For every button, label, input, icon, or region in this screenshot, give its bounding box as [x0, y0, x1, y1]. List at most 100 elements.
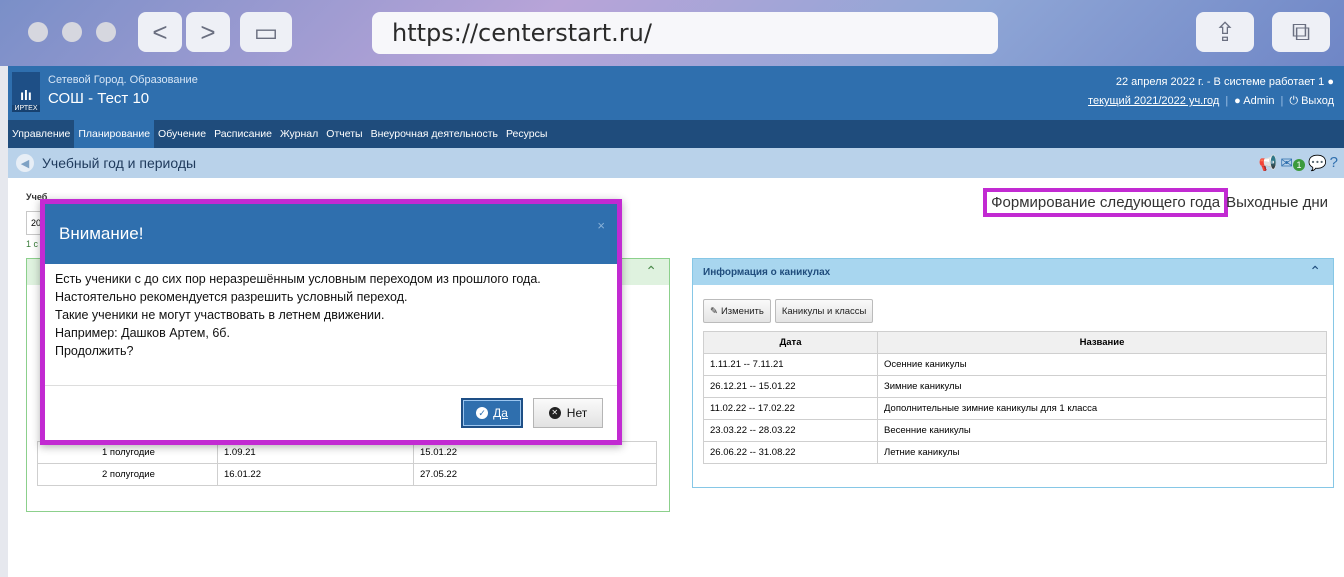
dialog-header: Внимание! × — [45, 204, 617, 264]
edit-label: Изменить — [720, 305, 764, 317]
message-line: Настоятельно рекомендуется разрешить усл… — [55, 290, 408, 304]
power-icon: ⏻ — [1289, 95, 1302, 107]
sidebar-icon: ▭ — [253, 16, 279, 47]
menu-item-extracurricular[interactable]: Внеурочная деятельность — [367, 120, 502, 148]
chevron-right-icon: > — [200, 16, 216, 47]
pencil-icon: ✎ — [710, 305, 718, 317]
sidebar-toggle-button[interactable]: ▭ — [240, 12, 292, 52]
menu-item-management[interactable]: Управление — [8, 120, 74, 148]
edit-button[interactable]: ✎ Изменить — [703, 299, 771, 323]
window-zoom-dot[interactable] — [96, 22, 116, 42]
app-header: ılı ИРТЕХ Сетевой Город. Образование СОШ… — [8, 66, 1344, 120]
weekends-link[interactable]: Выходные дни — [1226, 194, 1328, 211]
system-status: 22 апреля 2022 г. - В системе работает 1… — [1116, 76, 1334, 88]
holidays-table: Дата Название 1.11.21 -- 7.11.21 Осенние … — [703, 331, 1327, 464]
logo-text: ИРТЕХ — [12, 105, 40, 112]
next-year-link[interactable]: Формирование следующего года — [983, 188, 1229, 217]
logo-bars-icon: ılı — [20, 87, 32, 103]
org-name: СОШ - Тест 10 — [48, 90, 150, 107]
table-row[interactable]: 26.06.22 -- 31.08.22 Летние каникулы — [703, 441, 1327, 464]
browser-toolbar: < > ▭ https://centerstart.ru/ ⇪ ⧉ — [0, 0, 1344, 66]
column-header-date: Дата — [703, 331, 878, 354]
holidays-toolbar: ✎ Изменить Каникулы и классы — [703, 299, 874, 323]
message-line: Например: Дашков Артем, 6б. — [55, 326, 230, 340]
url-text: https://centerstart.ru/ — [392, 19, 652, 47]
chevron-up-icon[interactable]: ⌃ — [645, 263, 657, 280]
user-name: Admin — [1243, 95, 1275, 107]
org-subtitle: Сетевой Город. Образование — [48, 74, 198, 86]
menu-item-reports[interactable]: Отчеты — [322, 120, 366, 148]
tabs-icon: ⧉ — [1291, 16, 1311, 46]
holidays-classes-label: Каникулы и классы — [781, 305, 867, 317]
period-name: 2 полугодие — [37, 462, 218, 486]
menu-item-learning[interactable]: Обучение — [154, 120, 210, 148]
message-line: Продолжить? — [55, 344, 134, 358]
dialog-buttons: ✓ Да ✕ Нет — [461, 398, 603, 428]
table-row[interactable]: 2 полугодие 16.01.22 27.05.22 — [37, 462, 657, 486]
table-row[interactable]: 26.12.21 -- 15.01.22 Зимние каникулы — [703, 375, 1327, 398]
warning-dialog: Внимание! × Есть ученики с до сих пор не… — [40, 199, 622, 445]
back-arrow-icon[interactable]: ◀ — [16, 154, 34, 172]
holiday-date: 26.12.21 -- 15.01.22 — [703, 375, 878, 398]
holiday-date: 26.06.22 -- 31.08.22 — [703, 441, 878, 464]
user-count-icon: ● — [1327, 76, 1334, 88]
holiday-date: 1.11.21 -- 7.11.21 — [703, 353, 878, 376]
check-circle-icon: ✓ — [476, 407, 489, 419]
main-menu: Управление Планирование Обучение Расписа… — [8, 120, 1344, 148]
holidays-classes-button[interactable]: Каникулы и классы — [774, 299, 874, 323]
school-year-link[interactable]: текущий 2021/2022 уч.год — [1088, 95, 1219, 108]
holiday-date: 23.03.22 -- 28.03.22 — [703, 419, 878, 442]
user-link[interactable]: ● Admin — [1234, 95, 1274, 108]
forward-button[interactable]: > — [186, 12, 230, 52]
share-button[interactable]: ⇪ — [1196, 12, 1254, 52]
help-icon[interactable]: ? — [1330, 154, 1338, 172]
holiday-name: Дополнительные зимние каникулы для 1 кла… — [877, 397, 1327, 420]
chevron-left-icon: < — [152, 16, 168, 47]
status-text: 22 апреля 2022 г. - В системе работает 1 — [1115, 76, 1325, 88]
back-button[interactable]: < — [138, 12, 182, 52]
table-row[interactable]: 11.02.22 -- 17.02.22 Дополнительные зимни… — [703, 397, 1327, 420]
year-note: 1 с — [26, 239, 39, 249]
dialog-title: Внимание! — [59, 224, 144, 243]
close-circle-icon: ✕ — [548, 407, 561, 419]
no-label: Нет — [566, 406, 588, 420]
dialog-message: Есть ученики с до сих пор неразрешённым … — [45, 264, 617, 386]
title-icons: 📢 ✉ 1 💬 ? — [1259, 154, 1338, 172]
menu-item-schedule[interactable]: Расписание — [210, 120, 276, 148]
menu-item-planning[interactable]: Планирование — [74, 120, 155, 148]
holiday-name: Весенние каникулы — [877, 419, 1327, 442]
menu-item-resources[interactable]: Ресурсы — [502, 120, 551, 148]
app-logo[interactable]: ılı ИРТЕХ — [12, 72, 40, 112]
megaphone-icon[interactable]: 📢 — [1259, 154, 1278, 172]
message-line: Такие ученики не могут участвовать в лет… — [55, 308, 385, 322]
yes-button[interactable]: ✓ Да — [461, 398, 523, 428]
window-minimize-dot[interactable] — [62, 22, 82, 42]
address-bar[interactable]: https://centerstart.ru/ — [372, 12, 998, 54]
tabs-button[interactable]: ⧉ — [1272, 12, 1330, 52]
table-row[interactable]: 1.11.21 -- 7.11.21 Осенние каникулы — [703, 353, 1327, 376]
close-icon[interactable]: × — [597, 218, 605, 233]
holidays-panel-title: Информация о каникулах — [693, 259, 1333, 285]
mail-icon[interactable]: ✉ 1 — [1280, 154, 1305, 172]
divider: | — [1225, 95, 1229, 107]
header-user-bar: текущий 2021/2022 уч.год | ● Admin | ⏻ В… — [1088, 95, 1334, 108]
user-icon: ● — [1234, 95, 1244, 107]
period-start: 16.01.22 — [217, 462, 414, 486]
page-title-bar: ◀ Учебный год и периоды 📢 ✉ 1 💬 ? — [8, 148, 1344, 178]
logout-link[interactable]: ⏻ Выход — [1289, 95, 1334, 108]
year-links: Формирование следующего года Выходные дн… — [983, 188, 1328, 217]
share-icon: ⇪ — [1214, 16, 1236, 47]
logout-label: Выход — [1301, 95, 1334, 107]
left-strip — [0, 66, 8, 577]
no-button[interactable]: ✕ Нет — [533, 398, 603, 428]
yes-label: Да — [493, 406, 508, 420]
column-header-name: Название — [877, 331, 1327, 354]
page-title: Учебный год и периоды — [42, 155, 197, 171]
chevron-up-icon[interactable]: ⌃ — [1309, 263, 1321, 280]
menu-item-journal[interactable]: Журнал — [276, 120, 322, 148]
chat-icon[interactable]: 💬 — [1308, 154, 1327, 172]
holidays-panel: Информация о каникулах ⌃ ✎ Изменить Каник… — [692, 258, 1334, 488]
table-row[interactable]: 23.03.22 -- 28.03.22 Весенние каникулы — [703, 419, 1327, 442]
window-close-dot[interactable] — [28, 22, 48, 42]
period-end: 27.05.22 — [413, 462, 657, 486]
